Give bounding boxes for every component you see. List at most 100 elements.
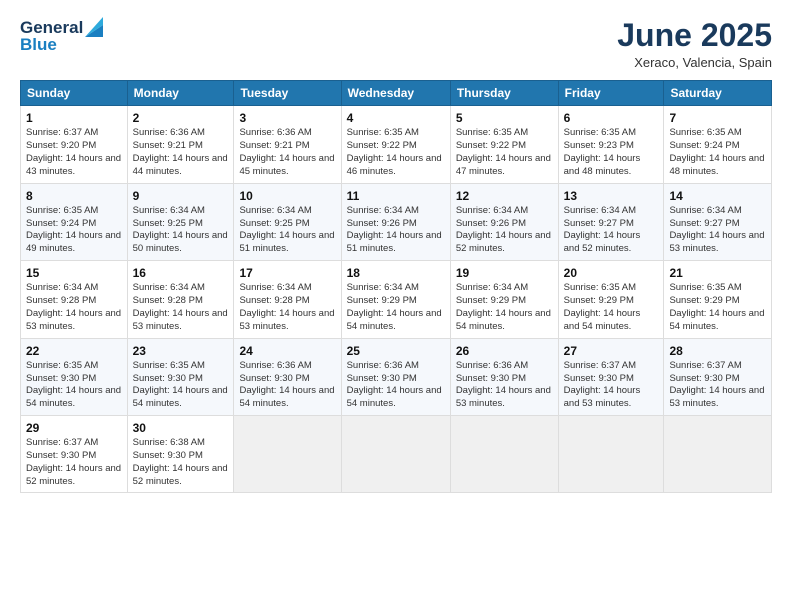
calendar-cell: 14Sunrise: 6:34 AMSunset: 9:27 PMDayligh… bbox=[664, 183, 772, 260]
day-info: Sunrise: 6:36 AMSunset: 9:30 PMDaylight:… bbox=[456, 360, 551, 409]
calendar-cell: 5Sunrise: 6:35 AMSunset: 9:22 PMDaylight… bbox=[450, 106, 558, 183]
day-info: Sunrise: 6:34 AMSunset: 9:28 PMDaylight:… bbox=[133, 282, 228, 331]
day-info: Sunrise: 6:37 AMSunset: 9:30 PMDaylight:… bbox=[669, 360, 764, 409]
logo-icon bbox=[85, 17, 103, 37]
day-number: 19 bbox=[456, 265, 553, 281]
calendar-cell: 10Sunrise: 6:34 AMSunset: 9:25 PMDayligh… bbox=[234, 183, 341, 260]
day-number: 6 bbox=[564, 110, 659, 126]
day-info: Sunrise: 6:35 AMSunset: 9:29 PMDaylight:… bbox=[564, 282, 641, 331]
calendar-cell: 22Sunrise: 6:35 AMSunset: 9:30 PMDayligh… bbox=[21, 338, 128, 415]
calendar-cell: 13Sunrise: 6:34 AMSunset: 9:27 PMDayligh… bbox=[558, 183, 664, 260]
calendar-cell: 6Sunrise: 6:35 AMSunset: 9:23 PMDaylight… bbox=[558, 106, 664, 183]
day-info: Sunrise: 6:34 AMSunset: 9:27 PMDaylight:… bbox=[669, 205, 764, 254]
day-info: Sunrise: 6:37 AMSunset: 9:30 PMDaylight:… bbox=[26, 437, 121, 486]
day-info: Sunrise: 6:35 AMSunset: 9:23 PMDaylight:… bbox=[564, 127, 641, 176]
day-number: 28 bbox=[669, 343, 766, 359]
calendar-header-wednesday: Wednesday bbox=[341, 81, 450, 106]
calendar-cell: 12Sunrise: 6:34 AMSunset: 9:26 PMDayligh… bbox=[450, 183, 558, 260]
day-number: 9 bbox=[133, 188, 229, 204]
day-info: Sunrise: 6:36 AMSunset: 9:30 PMDaylight:… bbox=[239, 360, 334, 409]
header: General Blue June 2025 Xeraco, Valencia,… bbox=[20, 18, 772, 70]
day-info: Sunrise: 6:34 AMSunset: 9:25 PMDaylight:… bbox=[239, 205, 334, 254]
day-number: 23 bbox=[133, 343, 229, 359]
calendar-header-tuesday: Tuesday bbox=[234, 81, 341, 106]
day-number: 7 bbox=[669, 110, 766, 126]
day-number: 3 bbox=[239, 110, 335, 126]
day-number: 4 bbox=[347, 110, 445, 126]
day-number: 21 bbox=[669, 265, 766, 281]
day-number: 2 bbox=[133, 110, 229, 126]
day-number: 5 bbox=[456, 110, 553, 126]
calendar-table: SundayMondayTuesdayWednesdayThursdayFrid… bbox=[20, 80, 772, 493]
calendar-cell: 29Sunrise: 6:37 AMSunset: 9:30 PMDayligh… bbox=[21, 415, 128, 492]
day-info: Sunrise: 6:35 AMSunset: 9:24 PMDaylight:… bbox=[26, 205, 121, 254]
calendar-cell: 23Sunrise: 6:35 AMSunset: 9:30 PMDayligh… bbox=[127, 338, 234, 415]
calendar-header-monday: Monday bbox=[127, 81, 234, 106]
calendar-header-saturday: Saturday bbox=[664, 81, 772, 106]
day-info: Sunrise: 6:34 AMSunset: 9:27 PMDaylight:… bbox=[564, 205, 641, 254]
day-number: 15 bbox=[26, 265, 122, 281]
day-number: 22 bbox=[26, 343, 122, 359]
calendar-cell bbox=[234, 415, 341, 492]
calendar-cell: 19Sunrise: 6:34 AMSunset: 9:29 PMDayligh… bbox=[450, 261, 558, 338]
title-block: June 2025 Xeraco, Valencia, Spain bbox=[617, 18, 772, 70]
day-number: 1 bbox=[26, 110, 122, 126]
calendar-header-thursday: Thursday bbox=[450, 81, 558, 106]
main-title: June 2025 bbox=[617, 18, 772, 53]
day-number: 8 bbox=[26, 188, 122, 204]
logo-blue-text: Blue bbox=[20, 35, 103, 55]
day-info: Sunrise: 6:37 AMSunset: 9:30 PMDaylight:… bbox=[564, 360, 641, 409]
calendar-cell: 15Sunrise: 6:34 AMSunset: 9:28 PMDayligh… bbox=[21, 261, 128, 338]
day-info: Sunrise: 6:36 AMSunset: 9:21 PMDaylight:… bbox=[133, 127, 228, 176]
day-number: 29 bbox=[26, 420, 122, 436]
day-info: Sunrise: 6:35 AMSunset: 9:22 PMDaylight:… bbox=[456, 127, 551, 176]
day-number: 18 bbox=[347, 265, 445, 281]
calendar-cell: 26Sunrise: 6:36 AMSunset: 9:30 PMDayligh… bbox=[450, 338, 558, 415]
page: General Blue June 2025 Xeraco, Valencia,… bbox=[0, 0, 792, 612]
calendar-cell: 28Sunrise: 6:37 AMSunset: 9:30 PMDayligh… bbox=[664, 338, 772, 415]
day-number: 20 bbox=[564, 265, 659, 281]
calendar-cell: 2Sunrise: 6:36 AMSunset: 9:21 PMDaylight… bbox=[127, 106, 234, 183]
day-info: Sunrise: 6:35 AMSunset: 9:30 PMDaylight:… bbox=[26, 360, 121, 409]
calendar-cell: 18Sunrise: 6:34 AMSunset: 9:29 PMDayligh… bbox=[341, 261, 450, 338]
day-info: Sunrise: 6:34 AMSunset: 9:29 PMDaylight:… bbox=[347, 282, 442, 331]
calendar-cell: 25Sunrise: 6:36 AMSunset: 9:30 PMDayligh… bbox=[341, 338, 450, 415]
calendar-header-row: SundayMondayTuesdayWednesdayThursdayFrid… bbox=[21, 81, 772, 106]
day-info: Sunrise: 6:36 AMSunset: 9:30 PMDaylight:… bbox=[347, 360, 442, 409]
calendar-cell: 4Sunrise: 6:35 AMSunset: 9:22 PMDaylight… bbox=[341, 106, 450, 183]
day-number: 17 bbox=[239, 265, 335, 281]
day-number: 12 bbox=[456, 188, 553, 204]
calendar-cell: 9Sunrise: 6:34 AMSunset: 9:25 PMDaylight… bbox=[127, 183, 234, 260]
calendar-cell bbox=[664, 415, 772, 492]
calendar-cell bbox=[558, 415, 664, 492]
day-number: 16 bbox=[133, 265, 229, 281]
calendar-week-row: 29Sunrise: 6:37 AMSunset: 9:30 PMDayligh… bbox=[21, 415, 772, 492]
calendar-cell bbox=[341, 415, 450, 492]
calendar-cell: 21Sunrise: 6:35 AMSunset: 9:29 PMDayligh… bbox=[664, 261, 772, 338]
calendar-cell: 17Sunrise: 6:34 AMSunset: 9:28 PMDayligh… bbox=[234, 261, 341, 338]
calendar-cell: 11Sunrise: 6:34 AMSunset: 9:26 PMDayligh… bbox=[341, 183, 450, 260]
day-number: 30 bbox=[133, 420, 229, 436]
day-info: Sunrise: 6:34 AMSunset: 9:26 PMDaylight:… bbox=[347, 205, 442, 254]
day-info: Sunrise: 6:34 AMSunset: 9:28 PMDaylight:… bbox=[26, 282, 121, 331]
day-number: 26 bbox=[456, 343, 553, 359]
calendar-cell: 7Sunrise: 6:35 AMSunset: 9:24 PMDaylight… bbox=[664, 106, 772, 183]
calendar-cell: 16Sunrise: 6:34 AMSunset: 9:28 PMDayligh… bbox=[127, 261, 234, 338]
calendar-cell: 30Sunrise: 6:38 AMSunset: 9:30 PMDayligh… bbox=[127, 415, 234, 492]
day-info: Sunrise: 6:35 AMSunset: 9:29 PMDaylight:… bbox=[669, 282, 764, 331]
calendar-cell: 20Sunrise: 6:35 AMSunset: 9:29 PMDayligh… bbox=[558, 261, 664, 338]
calendar-week-row: 1Sunrise: 6:37 AMSunset: 9:20 PMDaylight… bbox=[21, 106, 772, 183]
day-info: Sunrise: 6:34 AMSunset: 9:29 PMDaylight:… bbox=[456, 282, 551, 331]
day-number: 25 bbox=[347, 343, 445, 359]
day-info: Sunrise: 6:35 AMSunset: 9:30 PMDaylight:… bbox=[133, 360, 228, 409]
day-number: 27 bbox=[564, 343, 659, 359]
day-info: Sunrise: 6:36 AMSunset: 9:21 PMDaylight:… bbox=[239, 127, 334, 176]
day-number: 10 bbox=[239, 188, 335, 204]
logo: General Blue bbox=[20, 18, 103, 55]
day-number: 24 bbox=[239, 343, 335, 359]
day-info: Sunrise: 6:38 AMSunset: 9:30 PMDaylight:… bbox=[133, 437, 228, 486]
calendar-cell bbox=[450, 415, 558, 492]
calendar-cell: 3Sunrise: 6:36 AMSunset: 9:21 PMDaylight… bbox=[234, 106, 341, 183]
calendar-week-row: 15Sunrise: 6:34 AMSunset: 9:28 PMDayligh… bbox=[21, 261, 772, 338]
subtitle: Xeraco, Valencia, Spain bbox=[617, 55, 772, 70]
